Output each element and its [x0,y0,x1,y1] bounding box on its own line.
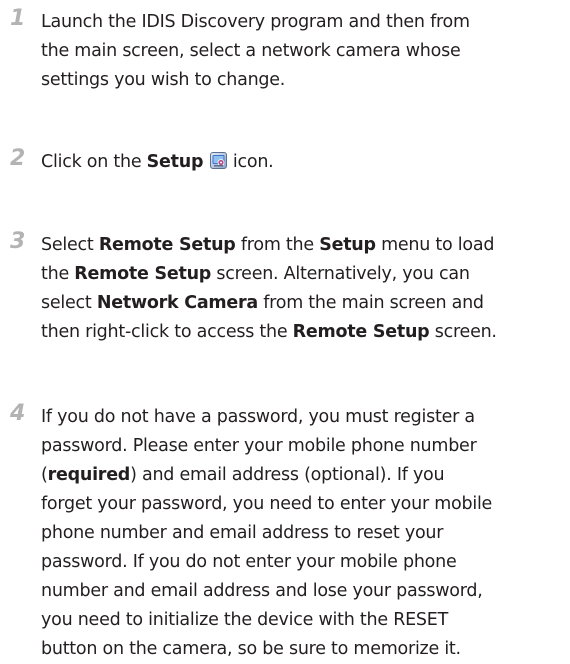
step-line: settings you wish to change. [41,70,286,90]
step-line: password. Please enter your mobile phone… [41,436,477,456]
remote-setup-label: Remote Setup [292,322,430,342]
text-run: screen. Alternatively, you can [211,264,470,284]
setup-icon [209,150,227,169]
step-text-suffix: icon. [227,152,274,172]
step-text: Select Remote Setup from the Setup menu … [41,231,561,347]
text-run: then right-click to access the [41,322,293,342]
step-text: If you do not have a password, you must … [41,403,561,664]
step-line: you need to initialize the device with t… [41,610,449,630]
step-line: the main screen, select a network camera… [41,41,461,61]
text-run: ( [41,465,48,485]
setup-label: Setup [146,152,204,172]
setup-menu-label: Setup [319,235,376,255]
text-run: Select [41,235,99,255]
step-text: Click on the Setup icon. [41,148,561,177]
step-number: 1 [10,6,26,31]
step-line: phone number and email address to reset … [41,523,444,543]
step-number: 2 [10,146,26,171]
text-run: screen. [429,322,497,342]
step-line: password. If you do not enter your mobil… [41,552,457,572]
text-run: from the main screen and [257,293,484,313]
step-text-prefix: Click on the [41,152,147,172]
text-run: ) and email address (optional). If you [130,465,445,485]
step-line: forget your password, you need to enter … [41,494,493,514]
step-line: number and email address and lose your p… [41,581,483,601]
text-run: the [41,264,75,284]
network-camera-label: Network Camera [96,293,258,313]
step-line: If you do not have a password, you must … [41,407,475,427]
remote-setup-label: Remote Setup [74,264,212,284]
step-line: Launch the IDIS Discovery program and th… [41,12,470,32]
required-label: required [47,465,131,485]
text-run: from the [235,235,320,255]
step-text: Launch the IDIS Discovery program and th… [41,8,561,95]
text-run: select [41,293,97,313]
text-run: menu to load [375,235,495,255]
remote-setup-label: Remote Setup [98,235,236,255]
instruction-steps: 1 Launch the IDIS Discovery program and … [0,0,570,662]
step-number: 4 [10,401,26,426]
step-number: 3 [10,229,26,254]
step-line: button on the camera, so be sure to memo… [41,639,461,659]
